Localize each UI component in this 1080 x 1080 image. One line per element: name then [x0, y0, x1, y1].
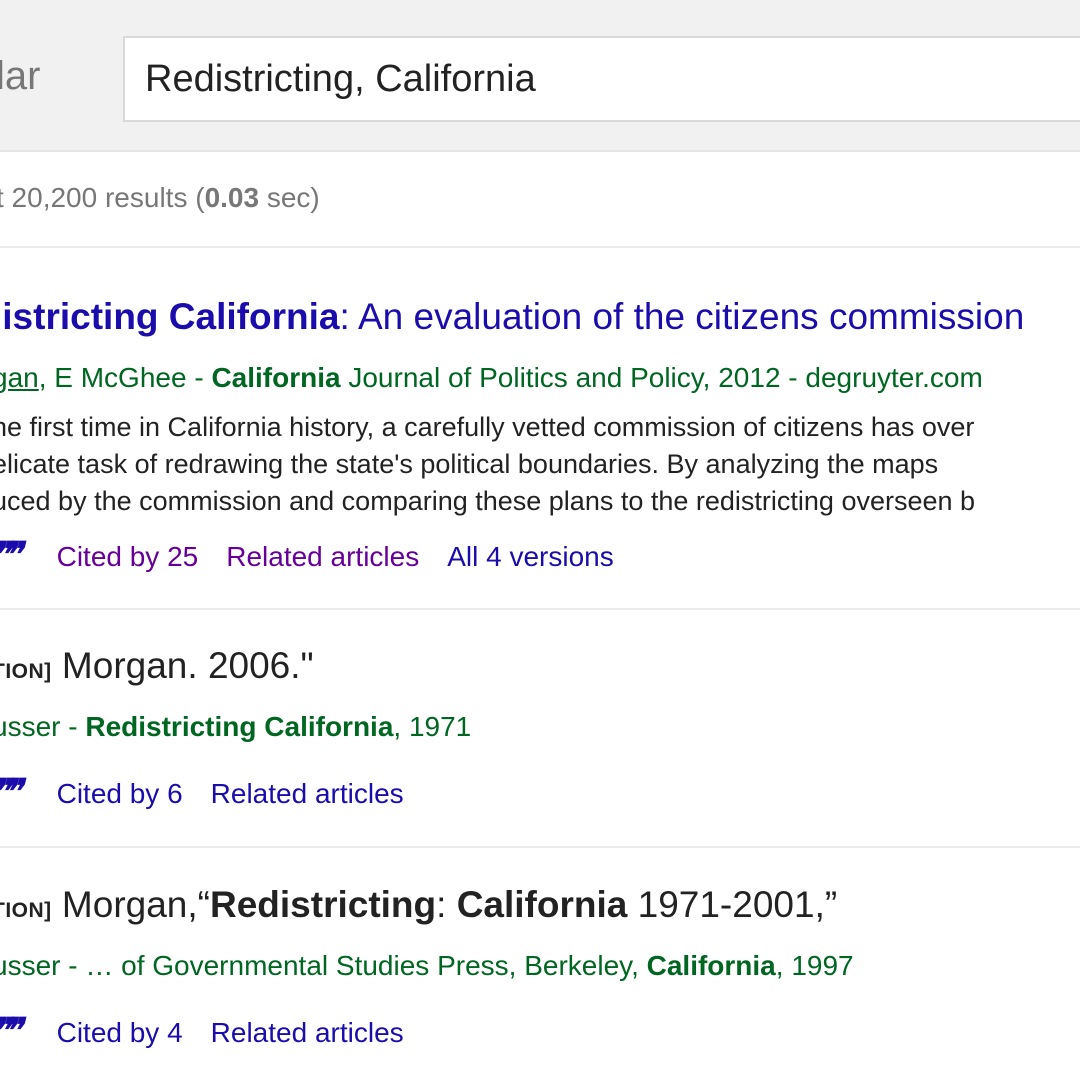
- meta-pre: usser -: [0, 711, 86, 742]
- result-meta: usser - … of Governmental Studies Press,…: [0, 949, 854, 983]
- result-citation-title: TION] Morgan,“Redistricting: California …: [0, 883, 837, 933]
- meta-bold: California: [646, 950, 776, 981]
- related-articles-link[interactable]: Related articles: [226, 540, 419, 574]
- snippet-line: ne first time in California history, a c…: [0, 412, 975, 442]
- citation-title-pre: Morgan,“: [51, 884, 210, 925]
- citation-title-mid: :: [436, 884, 457, 925]
- meta-rest: , 1971: [393, 711, 472, 742]
- citation-title-bold: Redistricting: [210, 884, 437, 925]
- result-actions: ❞❞ Cited by 6 Related articles: [0, 775, 432, 811]
- citation-title-rest: 1971-2001,”: [627, 884, 838, 925]
- result-actions: ❞❞ Cited by 4 Related articles: [0, 1014, 432, 1050]
- result-meta: usser - Redistricting California, 1971: [0, 710, 471, 744]
- stats-prefix: t 20,200 results (: [0, 182, 205, 213]
- citation-tag: TION]: [0, 899, 52, 922]
- divider: [0, 246, 1080, 248]
- meta-rest: Journal of Politics and Policy, 2012 - d…: [340, 362, 983, 393]
- meta-rest: , 1997: [775, 950, 854, 981]
- divider: [0, 608, 1080, 610]
- result-citation-title: TION] Morgan. 2006.": [0, 644, 314, 694]
- related-articles-link[interactable]: Related articles: [211, 777, 404, 811]
- result-snippet: ne first time in California history, a c…: [0, 409, 1080, 520]
- header-bar: lar: [0, 0, 1080, 152]
- divider: [0, 846, 1080, 848]
- quote-icon[interactable]: ❞❞: [0, 538, 22, 572]
- search-input[interactable]: [123, 36, 1080, 122]
- result-meta: gan, E McGhee - California Journal of Po…: [0, 361, 983, 395]
- scholar-logo[interactable]: lar: [0, 52, 40, 100]
- cited-by-link[interactable]: Cited by 25: [57, 540, 199, 574]
- quote-icon[interactable]: ❞❞: [0, 775, 22, 809]
- result-actions: ❞❞ Cited by 25 Related articles All 4 versi…: [0, 538, 642, 574]
- cited-by-link[interactable]: Cited by 6: [57, 777, 183, 811]
- title-bold[interactable]: listricting California: [0, 296, 339, 337]
- cited-by-link[interactable]: Cited by 4: [57, 1016, 183, 1050]
- citation-title-bold: California: [456, 884, 628, 925]
- author-link[interactable]: gan: [0, 362, 39, 393]
- citation-title-text: Morgan. 2006.": [51, 645, 314, 686]
- quote-icon[interactable]: ❞❞: [0, 1014, 22, 1048]
- meta-bold: California: [211, 362, 341, 393]
- meta-mid: , E McGhee -: [38, 362, 212, 393]
- citation-tag: TION]: [0, 660, 52, 683]
- related-articles-link[interactable]: Related articles: [211, 1016, 404, 1050]
- snippet-line: uced by the commission and comparing the…: [0, 486, 976, 516]
- stats-suffix: sec): [259, 182, 320, 213]
- stats-time: 0.03: [204, 182, 260, 213]
- results-stats: t 20,200 results (0.03 sec): [0, 182, 320, 214]
- all-versions-link[interactable]: All 4 versions: [447, 540, 614, 574]
- meta-pre: usser - … of Governmental Studies Press,…: [0, 950, 647, 981]
- meta-bold: Redistricting California: [85, 711, 394, 742]
- title-rest[interactable]: : An evaluation of the citizens commissi…: [339, 296, 1024, 337]
- snippet-line: elicate task of redrawing the state's po…: [0, 449, 939, 479]
- result-title-link[interactable]: listricting California: An evaluation of…: [0, 295, 1024, 339]
